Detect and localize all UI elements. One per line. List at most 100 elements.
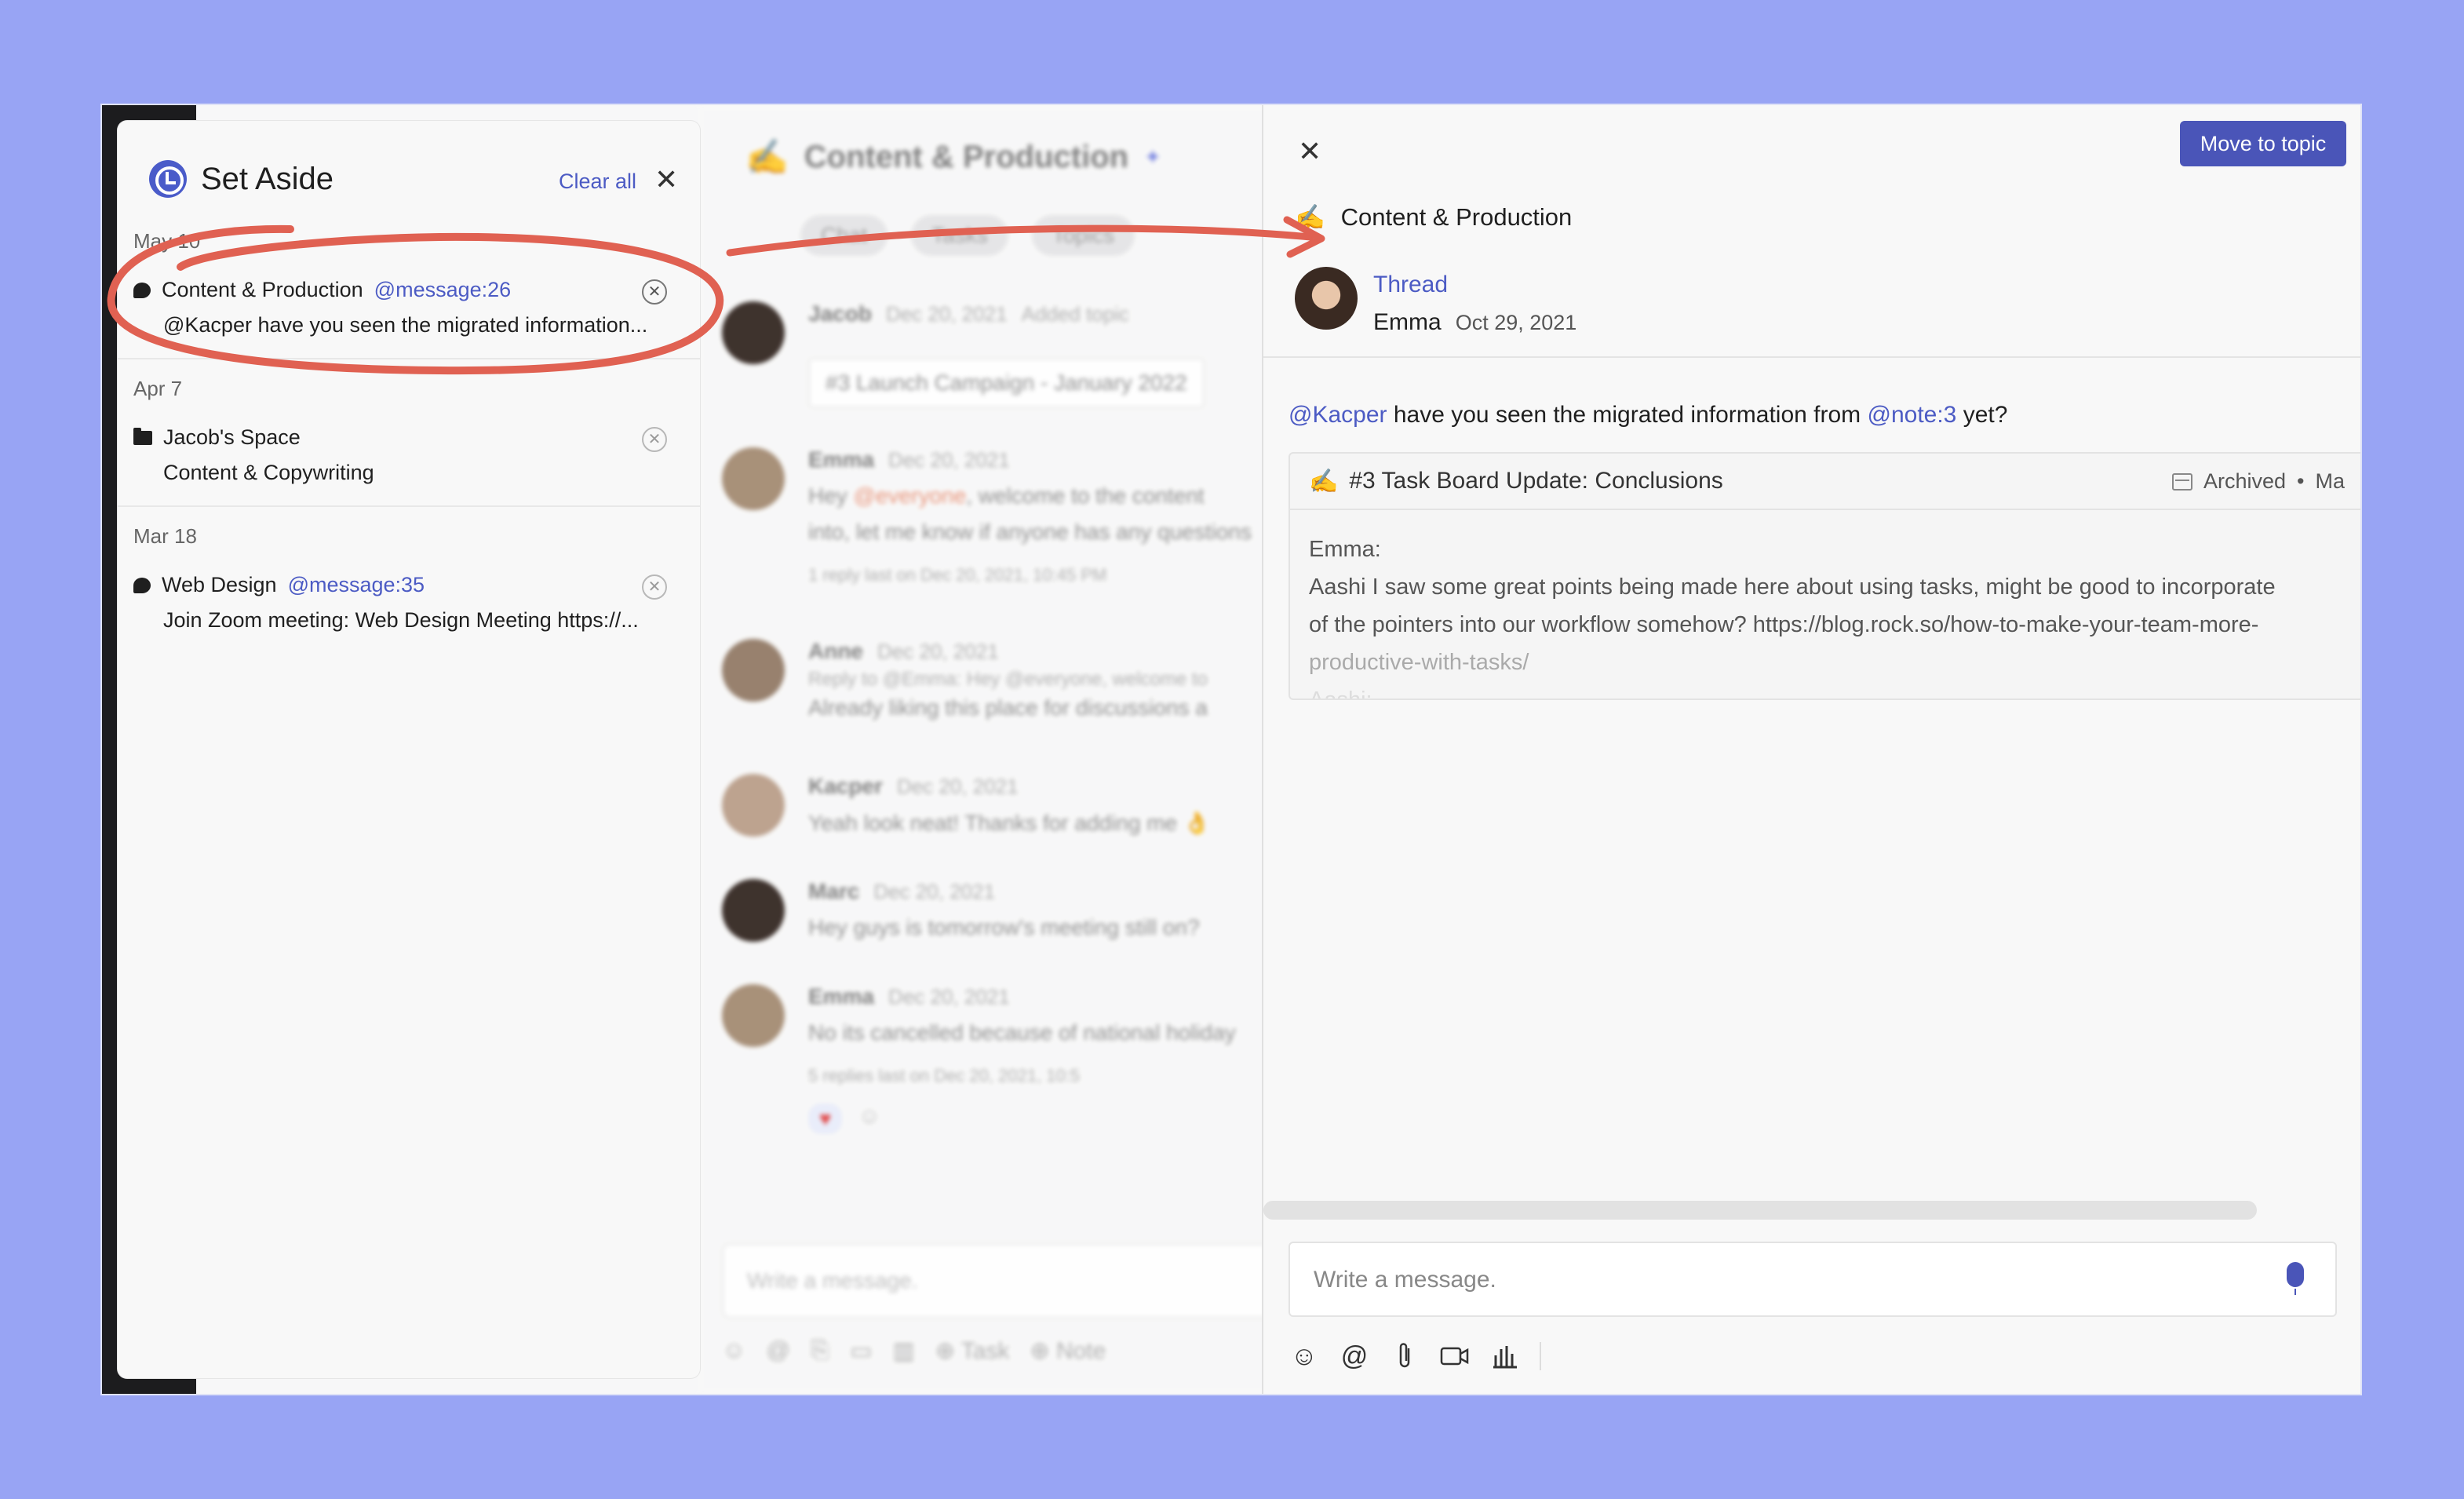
mention-icon[interactable]: @ (1339, 1340, 1370, 1372)
chat-toolbar: ☺ @ ⎘ ▭ ▥ ⊕ Task ⊕ Note (722, 1337, 1106, 1365)
message-item[interactable]: Marc Dec 20, 2021 Hey guys is tomorrow's … (722, 879, 1200, 942)
thread-topic-name: Content & Production (1340, 202, 1573, 231)
message-text-post: , welcome to the content (966, 483, 1205, 508)
tab-topics[interactable]: Topics (1031, 215, 1135, 256)
message-item[interactable]: Anne Dec 20, 2021 Reply to @Emma: Hey @ev… (722, 639, 1208, 720)
close-icon[interactable]: ✕ (654, 163, 678, 196)
avatar (722, 984, 785, 1047)
date-group-label: Apr 7 (133, 377, 183, 400)
dot-separator: • (2297, 469, 2305, 493)
attach-icon[interactable] (1389, 1340, 1420, 1372)
message-item[interactable]: Jacob Dec 20, 2021 Added topic #3 Launch C… (722, 301, 1205, 408)
card-line: Emma: (1309, 537, 1381, 562)
archived-status: Archived (2203, 469, 2287, 493)
card-line: of the pointers into our workflow someho… (1309, 612, 2259, 637)
archive-icon (2172, 472, 2192, 491)
writing-hand-icon: ✍️ (745, 138, 789, 177)
card-line: Aashi: (1309, 687, 1372, 700)
tab-tasks[interactable]: Tasks (911, 215, 1008, 256)
chat-bubble-icon (133, 577, 151, 593)
thread-date: Oct 29, 2021 (1455, 311, 1577, 334)
item-mention[interactable]: @message:26 (374, 278, 512, 302)
message-date: Dec 20, 2021 (873, 880, 996, 903)
avatar (722, 639, 785, 702)
item-mention[interactable]: @message:35 (288, 573, 425, 597)
message-text: have you seen the migrated information f… (1387, 402, 1868, 428)
remove-item-icon[interactable]: ✕ (642, 427, 667, 452)
item-preview: Content & Copywriting (163, 461, 374, 484)
thread-message: @Kacper have you seen the migrated infor… (1288, 402, 2007, 429)
app-window: ✍️ Content & Production ✦ Chat Tasks Top… (100, 104, 2362, 1395)
tab-chat[interactable]: Chat (800, 215, 888, 256)
thread-topic[interactable]: ✍️ Content & Production (1295, 202, 1572, 232)
mention-everyone[interactable]: @everyone (854, 483, 967, 508)
message-date: Dec 20, 2021 (896, 775, 1019, 798)
message-date: Dec 20, 2021 (885, 302, 1008, 326)
reply-summary[interactable]: 1 reply last on Dec 20, 2021, 10:45 PM (808, 565, 1252, 585)
microphone-icon[interactable] (2287, 1262, 2304, 1295)
task-button[interactable]: ⊕ Task (935, 1337, 1010, 1365)
set-aside-item[interactable]: Web Design @message:35 Join Zoom meeting:… (133, 573, 683, 633)
avatar (722, 774, 785, 837)
message-author: Kacper (808, 774, 883, 798)
thread-label[interactable]: Thread (1373, 272, 1448, 298)
message-item[interactable]: Emma Dec 20, 2021 No its cancelled becaus… (722, 984, 1236, 1134)
folder-icon (133, 427, 152, 445)
reply-reference[interactable]: Reply to @Emma: Hey @everyone, welcome t… (808, 669, 1208, 691)
message-author: Marc (808, 879, 860, 903)
message-extra: Added topic (1021, 302, 1129, 326)
message-text: yet? (1956, 402, 2008, 428)
set-aside-title: Set Aside (201, 161, 334, 196)
set-aside-item[interactable]: Content & Production @message:26 @Kacper … (133, 278, 683, 337)
avatar (1295, 267, 1358, 330)
remove-item-icon[interactable]: ✕ (642, 279, 667, 305)
heart-reaction[interactable]: ♥ (808, 1103, 843, 1134)
remove-item-icon[interactable]: ✕ (642, 574, 667, 600)
horizontal-scrollbar[interactable] (1263, 1201, 2257, 1220)
clear-all-link[interactable]: Clear all (559, 170, 636, 194)
item-preview: Join Zoom meeting: Web Design Meeting ht… (163, 608, 639, 632)
item-topic: Content & Production (162, 278, 363, 301)
thread-message-input[interactable]: Write a message. (1288, 1242, 2337, 1317)
divider (1263, 356, 2360, 358)
emoji-icon[interactable]: ☺ (1288, 1340, 1320, 1372)
video-icon[interactable] (1439, 1340, 1471, 1372)
note-button[interactable]: ⊕ Note (1030, 1337, 1106, 1365)
avatar (722, 879, 785, 942)
toolbar-divider (1540, 1342, 1541, 1370)
message-author: Emma (808, 447, 875, 472)
writing-hand-icon: ✍️ (1309, 468, 1339, 494)
thread-panel: ✕ Move to topic ✍️ Content & Production … (1262, 105, 2360, 1394)
message-item[interactable]: Kacper Dec 20, 2021 Yeah look neat! Thank… (722, 774, 1211, 837)
writing-hand-icon: ✍️ (1295, 203, 1325, 231)
close-icon[interactable]: ✕ (1298, 135, 1321, 168)
mention-note[interactable]: @note:3 (1868, 402, 1957, 428)
add-reaction-icon[interactable]: ☺ (858, 1103, 880, 1134)
mention-icon[interactable]: @ (767, 1337, 790, 1365)
topic-card[interactable]: #3 Launch Campaign - January 2022 (808, 358, 1205, 408)
message-author: Jacob (808, 301, 872, 326)
item-topic: Web Design (162, 573, 277, 596)
poll-icon[interactable]: ▥ (892, 1337, 914, 1365)
message-text: No its cancelled because of national hol… (808, 1020, 1236, 1045)
set-aside-panel: Set Aside Clear all ✕ May 10 Content & P… (118, 121, 700, 1378)
poll-icon[interactable] (1489, 1340, 1521, 1372)
card-line: productive-with-tasks/ (1309, 650, 1529, 675)
mention-kacper[interactable]: @Kacper (1288, 402, 1387, 428)
chat-title: Content & Production (804, 139, 1129, 174)
move-to-topic-button[interactable]: Move to topic (2180, 121, 2346, 166)
message-author: Anne (808, 639, 863, 663)
note-preview-card[interactable]: ✍️ #3 Task Board Update: Conclusions Arc… (1288, 452, 2360, 700)
message-text: into, let me know if anyone has any ques… (808, 520, 1252, 544)
video-icon[interactable]: ▭ (850, 1337, 872, 1365)
message-text: Hey guys is tomorrow's meeting still on? (808, 915, 1200, 939)
emoji-icon[interactable]: ☺ (722, 1337, 746, 1365)
set-aside-item[interactable]: Jacob's Space Content & Copywriting ✕ (133, 425, 683, 485)
attach-icon[interactable]: ⎘ (811, 1337, 829, 1365)
chat-header: ✍️ Content & Production ✦ (745, 137, 1161, 177)
message-item[interactable]: Emma Dec 20, 2021 Hey @everyone, welcome … (722, 447, 1252, 585)
message-date: Dec 20, 2021 (888, 985, 1010, 1008)
message-text: Already liking this place for discussion… (808, 695, 1208, 720)
divider (118, 358, 700, 359)
reply-summary[interactable]: 5 replies last on Dec 20, 2021, 10:5 (808, 1066, 1236, 1086)
